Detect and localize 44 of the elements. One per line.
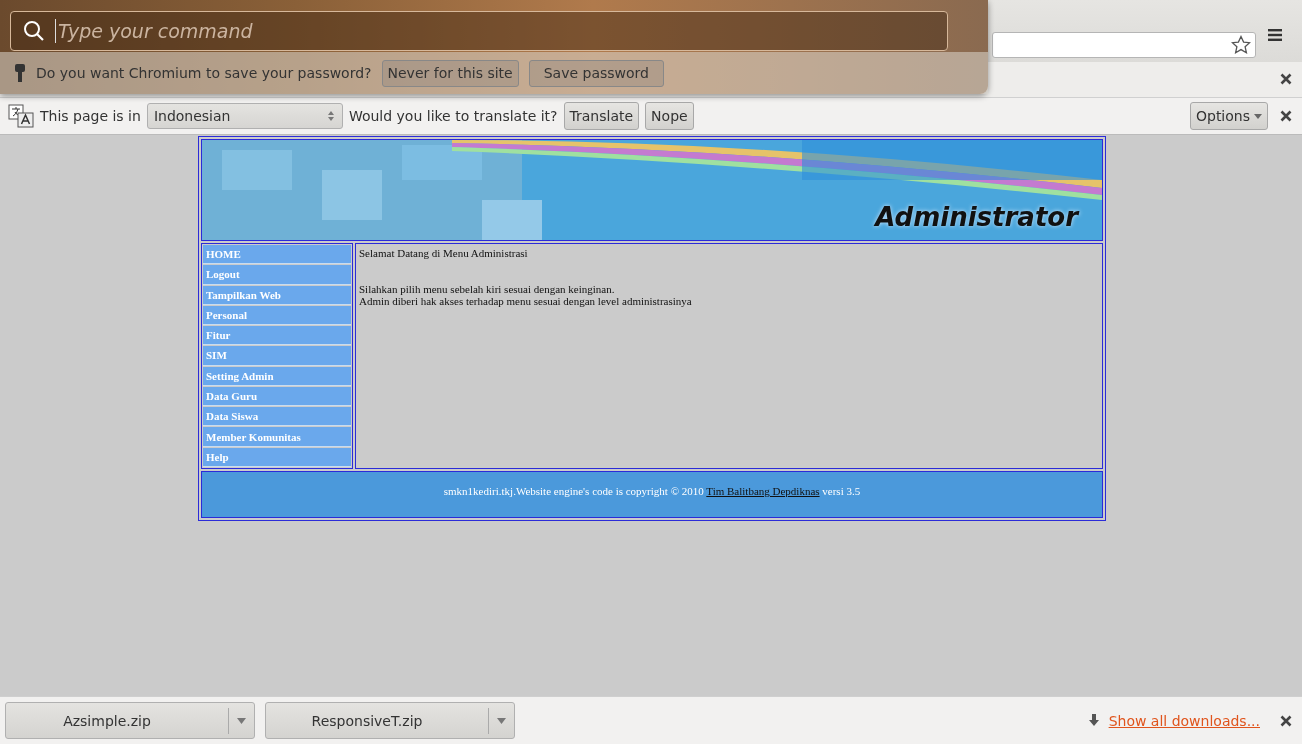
content-text: Silahkan pilih menu sebelah kiri sesuai dengan keinginan. (359, 283, 616, 295)
menu-item[interactable]: Logout (203, 265, 351, 285)
menu-item[interactable]: Data Siswa (203, 407, 351, 427)
caret-icon[interactable] (497, 717, 506, 724)
download-icon (1088, 714, 1099, 727)
caret-icon (1254, 113, 1262, 119)
language-select[interactable]: Indonesian (146, 103, 343, 130)
caret-icon[interactable] (237, 717, 246, 724)
download-item[interactable]: Azsimple.zip (5, 702, 255, 739)
content-text: Admin diberi hak akses terhadap menu sesuai dengan level administrasinya (359, 295, 693, 307)
spinner-arrows-icon (327, 110, 334, 123)
menu-item[interactable]: Setting Admin (203, 366, 351, 386)
translate-question: Would you like to translate it? (348, 108, 558, 125)
menu-item[interactable]: HOME (203, 245, 351, 265)
options-button[interactable]: Options (1189, 102, 1268, 131)
footer-link[interactable]: Tim Balitbang Depdiknas (706, 485, 820, 497)
welcome-text: Selamat Datang di Menu Administrasi (359, 247, 529, 259)
translate-bar-button[interactable]: Translate (563, 102, 640, 131)
close-icon[interactable] (1280, 714, 1292, 727)
download-item[interactable]: ResponsiveT.zip (265, 702, 515, 739)
close-icon[interactable] (1280, 110, 1292, 123)
translate-label: This page is in (40, 108, 141, 125)
command-field[interactable]: Type your command (10, 11, 948, 51)
key-icon (14, 63, 26, 83)
show-all-downloads-link[interactable]: Show all downloads... (1108, 712, 1260, 729)
menu-item[interactable]: Personal (203, 305, 351, 326)
translate-bar-button[interactable]: Nope (645, 102, 694, 131)
star-icon[interactable] (1231, 34, 1251, 55)
translate-icon (8, 104, 34, 129)
password-bar-button[interactable]: Never for this site (381, 59, 519, 87)
menu-item[interactable]: Tampilkan Web (203, 285, 351, 305)
menu-item[interactable]: Fitur (203, 326, 351, 346)
search-icon (23, 20, 45, 42)
close-icon[interactable] (1280, 73, 1292, 86)
menu-item[interactable]: Help (203, 447, 351, 467)
password-question: Do you want Chromium to save your password? (36, 65, 372, 81)
footer-text: smkn1kediri.tkj.Website engine's code is copyright © 2010 Tim Balitbang Depdiknas versi 3.5 (443, 485, 861, 499)
menu-item[interactable]: Data Guru (203, 386, 351, 407)
menu-icon[interactable] (1268, 28, 1282, 41)
banner-title: Administrator (875, 202, 1078, 232)
command-input[interactable]: Type your command (55, 19, 860, 43)
password-bar-button[interactable]: Save password (528, 59, 664, 87)
menu-item[interactable]: SIM (203, 346, 351, 366)
menu-item[interactable]: Member Komunitas (203, 427, 351, 447)
